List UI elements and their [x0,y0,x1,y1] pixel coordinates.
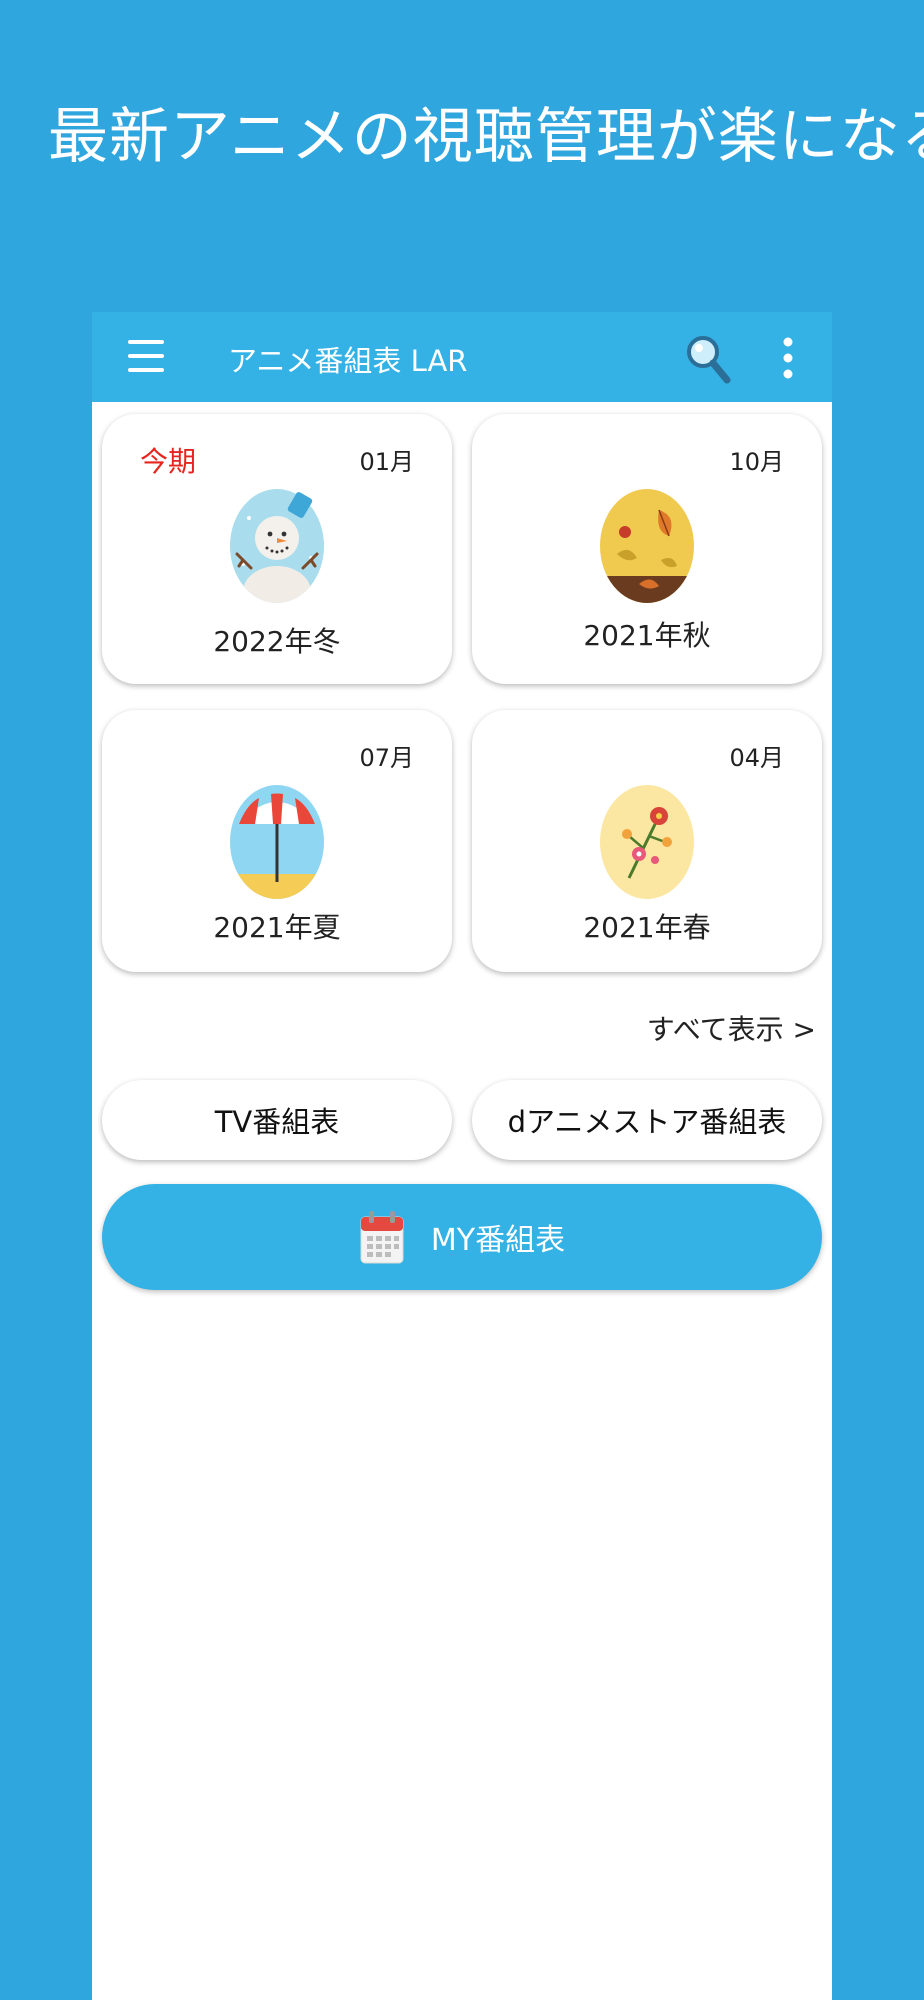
season-month: 10月 [729,448,784,476]
see-all-link[interactable]: すべて表示 > [647,1008,816,1048]
tv-schedule-label: TV番組表 [214,1105,340,1139]
danime-store-schedule-label: dアニメストア番組表 [507,1105,787,1139]
season-card-2021-autumn[interactable]: 10月 2021年秋 [472,414,822,684]
search-icon[interactable] [684,332,732,388]
app-title: アニメ番組表 LAR [228,344,468,378]
season-month: 07月 [359,744,414,772]
season-card-2021-summer[interactable]: 07月 2021年夏 [102,710,452,972]
snowman-icon [230,489,324,603]
hamburger-menu-icon[interactable] [128,340,164,372]
season-card-2021-spring[interactable]: 04月 2021年春 [472,710,822,972]
season-month: 01月 [359,448,414,476]
season-label: 2021年春 [583,911,711,944]
app-bar: アニメ番組表 LAR [92,312,832,402]
current-season-badge: 今期 [140,445,197,478]
beach-umbrella-icon [230,785,324,899]
season-label: 2022年冬 [213,625,341,658]
danime-store-schedule-button[interactable]: dアニメストア番組表 [472,1080,822,1160]
more-vertical-icon[interactable] [782,336,794,380]
season-label: 2021年秋 [583,619,711,652]
season-card-2022-winter[interactable]: 今期 01月 2022年冬 [102,414,452,684]
spring-flowers-icon [600,785,694,899]
tv-schedule-button[interactable]: TV番組表 [102,1080,452,1160]
my-schedule-label: MY番組表 [430,1223,566,1258]
my-schedule-button[interactable]: MY番組表 [102,1184,822,1290]
season-label: 2021年夏 [213,911,341,944]
calendar-icon [360,1211,404,1264]
season-month: 04月 [729,744,784,772]
app-screen: アニメ番組表 LAR 今期 01月 2022年冬 10月 2021年秋 07月 … [92,312,832,2000]
promo-headline: 最新アニメの視聴管理が楽になる [48,102,924,172]
autumn-leaves-icon [600,489,694,603]
